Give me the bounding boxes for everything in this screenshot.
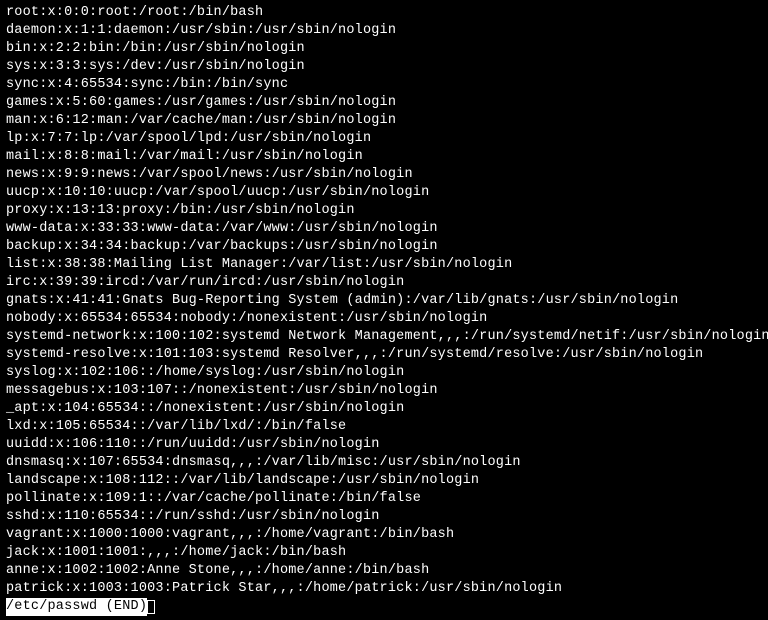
passwd-line: syslog:x:102:106::/home/syslog:/usr/sbin… <box>6 364 762 382</box>
passwd-line: systemd-resolve:x:101:103:systemd Resolv… <box>6 346 762 364</box>
passwd-line: sync:x:4:65534:sync:/bin:/bin/sync <box>6 76 762 94</box>
passwd-line: pollinate:x:109:1::/var/cache/pollinate:… <box>6 490 762 508</box>
passwd-line: lp:x:7:7:lp:/var/spool/lpd:/usr/sbin/nol… <box>6 130 762 148</box>
passwd-line: bin:x:2:2:bin:/bin:/usr/sbin/nologin <box>6 40 762 58</box>
passwd-line: root:x:0:0:root:/root:/bin/bash <box>6 4 762 22</box>
passwd-line: sshd:x:110:65534::/run/sshd:/usr/sbin/no… <box>6 508 762 526</box>
passwd-line: proxy:x:13:13:proxy:/bin:/usr/sbin/nolog… <box>6 202 762 220</box>
passwd-line: messagebus:x:103:107::/nonexistent:/usr/… <box>6 382 762 400</box>
pager-status-line[interactable]: /etc/passwd (END) <box>6 598 762 616</box>
passwd-line: man:x:6:12:man:/var/cache/man:/usr/sbin/… <box>6 112 762 130</box>
passwd-line: backup:x:34:34:backup:/var/backups:/usr/… <box>6 238 762 256</box>
passwd-line: uucp:x:10:10:uucp:/var/spool/uucp:/usr/s… <box>6 184 762 202</box>
pager-status-text: /etc/passwd (END) <box>6 598 147 616</box>
passwd-line: list:x:38:38:Mailing List Manager:/var/l… <box>6 256 762 274</box>
passwd-line: sys:x:3:3:sys:/dev:/usr/sbin/nologin <box>6 58 762 76</box>
terminal-output: root:x:0:0:root:/root:/bin/bashdaemon:x:… <box>6 4 762 598</box>
passwd-line: mail:x:8:8:mail:/var/mail:/usr/sbin/nolo… <box>6 148 762 166</box>
passwd-line: uuidd:x:106:110::/run/uuidd:/usr/sbin/no… <box>6 436 762 454</box>
passwd-line: daemon:x:1:1:daemon:/usr/sbin:/usr/sbin/… <box>6 22 762 40</box>
passwd-line: anne:x:1002:1002:Anne Stone,,,:/home/ann… <box>6 562 762 580</box>
passwd-line: irc:x:39:39:ircd:/var/run/ircd:/usr/sbin… <box>6 274 762 292</box>
passwd-line: patrick:x:1003:1003:Patrick Star,,,:/hom… <box>6 580 762 598</box>
passwd-line: systemd-network:x:100:102:systemd Networ… <box>6 328 762 346</box>
terminal-cursor <box>147 600 155 614</box>
passwd-line: games:x:5:60:games:/usr/games:/usr/sbin/… <box>6 94 762 112</box>
passwd-line: _apt:x:104:65534::/nonexistent:/usr/sbin… <box>6 400 762 418</box>
passwd-line: vagrant:x:1000:1000:vagrant,,,:/home/vag… <box>6 526 762 544</box>
passwd-line: jack:x:1001:1001:,,,:/home/jack:/bin/bas… <box>6 544 762 562</box>
passwd-line: gnats:x:41:41:Gnats Bug-Reporting System… <box>6 292 762 310</box>
passwd-line: www-data:x:33:33:www-data:/var/www:/usr/… <box>6 220 762 238</box>
passwd-line: lxd:x:105:65534::/var/lib/lxd/:/bin/fals… <box>6 418 762 436</box>
passwd-line: news:x:9:9:news:/var/spool/news:/usr/sbi… <box>6 166 762 184</box>
passwd-line: nobody:x:65534:65534:nobody:/nonexistent… <box>6 310 762 328</box>
passwd-line: landscape:x:108:112::/var/lib/landscape:… <box>6 472 762 490</box>
passwd-line: dnsmasq:x:107:65534:dnsmasq,,,:/var/lib/… <box>6 454 762 472</box>
